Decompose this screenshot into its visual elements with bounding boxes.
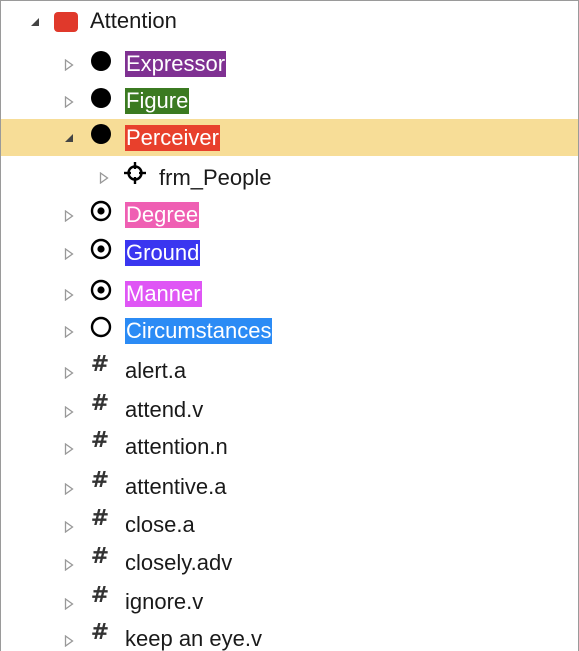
- empty-circle-icon: [89, 315, 113, 339]
- dotted-circle-icon: [89, 278, 113, 302]
- expanded-arrow-icon[interactable]: [29, 15, 41, 29]
- tree-node-perceiver[interactable]: Perceiver: [1, 119, 578, 156]
- collapsed-arrow-icon[interactable]: [63, 95, 75, 109]
- frame-icon: [53, 11, 79, 33]
- collapsed-arrow-icon[interactable]: [63, 405, 75, 419]
- tree-node-label: Expressor: [125, 51, 227, 77]
- collapsed-arrow-icon[interactable]: [63, 520, 75, 534]
- tree-node-label: closely.adv: [125, 550, 233, 575]
- tree-node-closely-adv[interactable]: # closely.adv: [1, 544, 578, 581]
- hash-icon: #: [90, 391, 110, 416]
- tree-node-label: Ground: [125, 240, 201, 266]
- tree-node-root[interactable]: Attention: [1, 3, 578, 40]
- hash-icon: #: [90, 428, 110, 453]
- tree-node-label: attentive.a: [125, 474, 227, 499]
- collapsed-arrow-icon[interactable]: [63, 442, 75, 456]
- tree-node-label: attend.v: [125, 397, 204, 422]
- tree-node-close-a[interactable]: # close.a: [1, 506, 578, 543]
- tree-node-label: attention.n: [125, 434, 228, 459]
- tree-node-label: Degree: [125, 202, 200, 228]
- collapsed-arrow-icon[interactable]: [63, 325, 75, 339]
- tree-node-frm-people[interactable]: frm_People: [1, 158, 578, 195]
- collapsed-arrow-icon[interactable]: [63, 597, 75, 611]
- tree-node-label: Manner: [125, 281, 202, 307]
- filled-circle-icon: [89, 122, 113, 146]
- tree-node-figure[interactable]: Figure: [1, 82, 578, 119]
- tree-node-keep-an-eye-v[interactable]: # keep an eye.v: [1, 620, 578, 651]
- hash-icon: #: [90, 583, 110, 608]
- collapsed-arrow-icon[interactable]: [63, 209, 75, 223]
- collapsed-arrow-icon[interactable]: [98, 171, 110, 185]
- tree-node-alert-a[interactable]: # alert.a: [1, 352, 578, 389]
- tree-node-attention-n[interactable]: # attention.n: [1, 428, 578, 465]
- filled-circle-icon: [89, 86, 113, 110]
- collapsed-arrow-icon[interactable]: [63, 247, 75, 261]
- tree-node-label: Attention: [90, 8, 177, 33]
- tree-node-attend-v[interactable]: # attend.v: [1, 391, 578, 428]
- crosshair-icon: [123, 161, 147, 185]
- collapsed-arrow-icon[interactable]: [63, 634, 75, 648]
- hash-icon: #: [90, 468, 110, 493]
- hash-icon: #: [90, 506, 110, 531]
- tree-node-label: ignore.v: [125, 589, 204, 614]
- collapsed-arrow-icon[interactable]: [63, 58, 75, 72]
- tree-node-manner[interactable]: Manner: [1, 275, 578, 312]
- dotted-circle-icon: [89, 199, 113, 223]
- collapsed-arrow-icon[interactable]: [63, 366, 75, 380]
- collapsed-arrow-icon[interactable]: [63, 288, 75, 302]
- tree-node-ignore-v[interactable]: # ignore.v: [1, 583, 578, 620]
- hash-icon: #: [90, 544, 110, 569]
- tree-node-label: Figure: [125, 88, 190, 114]
- collapsed-arrow-icon[interactable]: [63, 482, 75, 496]
- tree-node-expressor[interactable]: Expressor: [1, 45, 578, 82]
- dotted-circle-icon: [89, 237, 113, 261]
- tree-node-degree[interactable]: Degree: [1, 196, 578, 233]
- collapsed-arrow-icon[interactable]: [63, 558, 75, 572]
- tree-node-label: keep an eye.v: [125, 626, 262, 651]
- tree-node-label: Perceiver: [125, 125, 220, 151]
- tree-node-attentive-a[interactable]: # attentive.a: [1, 468, 578, 505]
- expanded-arrow-icon[interactable]: [63, 131, 75, 145]
- frame-tree-panel: Attention Expressor Figure Perceiver frm…: [0, 0, 579, 651]
- hash-icon: #: [90, 352, 110, 377]
- tree-node-label: frm_People: [159, 165, 272, 190]
- hash-icon: #: [90, 620, 110, 645]
- tree-node-circumstances[interactable]: Circumstances: [1, 312, 578, 349]
- tree-node-label: close.a: [125, 512, 195, 537]
- tree-node-label: Circumstances: [125, 318, 273, 344]
- filled-circle-icon: [89, 49, 113, 73]
- tree-node-ground[interactable]: Ground: [1, 234, 578, 271]
- tree-node-label: alert.a: [125, 358, 187, 383]
